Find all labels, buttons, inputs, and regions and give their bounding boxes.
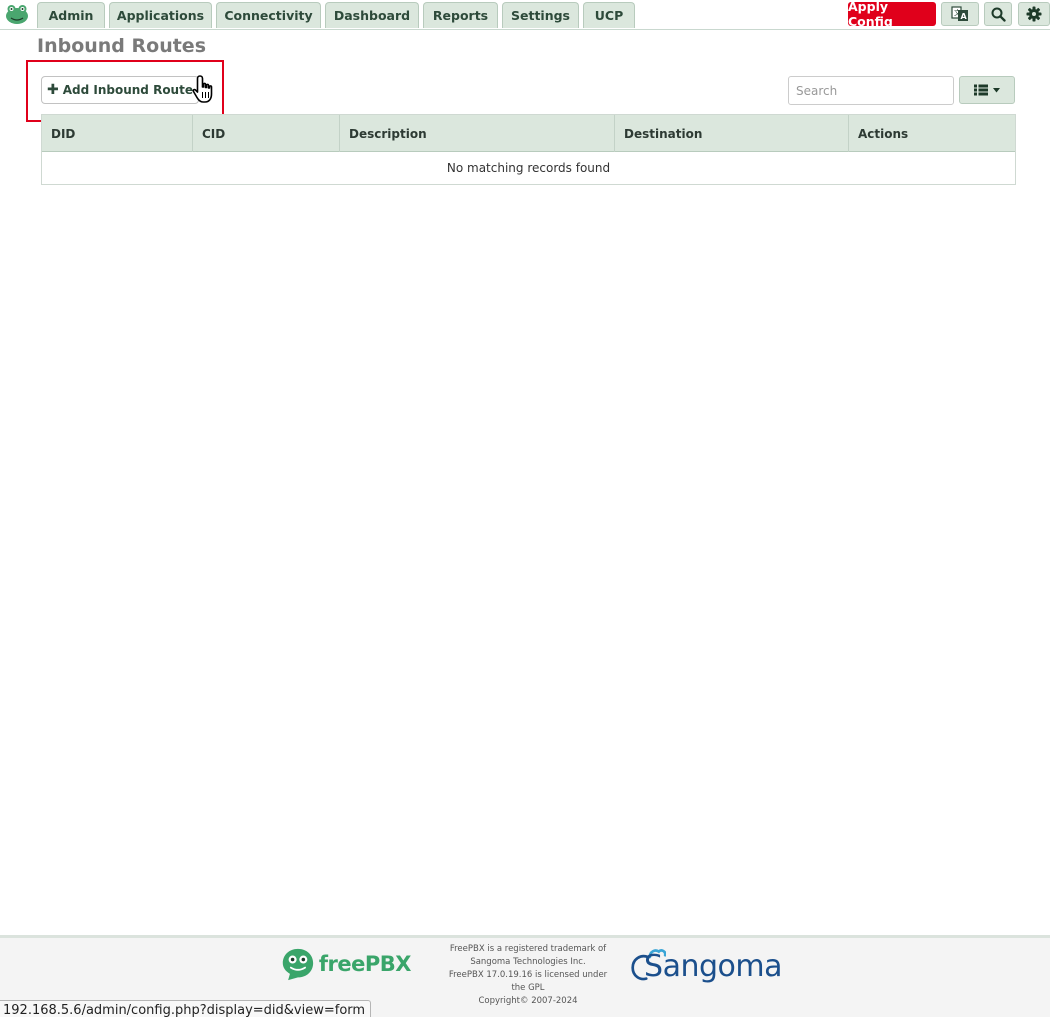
column-header-cid[interactable]: CID [193,115,340,152]
table-header: DID CID Description Destination Actions [42,115,1015,152]
status-bar-url: 192.168.5.6/admin/config.php?display=did… [0,1000,372,1017]
empty-table-message: No matching records found [446,161,611,175]
hand-pointer-cursor-icon [192,75,213,103]
footer-legal-line: FreePBX 17.0.19.16 is licensed under [448,970,608,980]
search-button[interactable] [984,2,1012,26]
language-button[interactable]: 文 A [941,2,979,26]
footer-legal-text: FreePBX is a registered trademark of San… [448,943,608,1008]
footer-legal-line: the GPL [511,983,545,993]
column-header-description[interactable]: Description [340,115,615,152]
apply-config-button[interactable]: Apply Config [848,0,936,29]
page-title: Inbound Routes [37,35,207,57]
footer-legal-line: Sangoma Technologies Inc. [470,957,586,967]
tab-admin[interactable]: Admin [37,2,105,28]
freepbx-wordmark: freePBX [318,952,412,976]
freepbx-logo[interactable]: freePBX [281,944,412,984]
inbound-routes-table: DID CID Description Destination Actions … [41,114,1016,185]
search-icon [991,7,1006,22]
plus-icon: ✚ [47,82,59,98]
freepbx-frog-logo-icon[interactable] [4,3,30,25]
settings-button[interactable] [1018,2,1050,26]
tab-dashboard[interactable]: Dashboard [325,2,419,28]
footer-legal-line: Copyright© 2007-2024 [478,996,578,1006]
gear-icon [1026,6,1042,22]
list-icon [974,84,988,96]
add-inbound-route-button[interactable]: ✚ Add Inbound Route [41,76,199,104]
footer-legal-line: FreePBX is a registered trademark of [449,944,607,954]
columns-toggle-button[interactable] [959,76,1015,104]
column-header-did[interactable]: DID [42,115,193,152]
tab-connectivity[interactable]: Connectivity [216,2,321,28]
tab-ucp[interactable]: UCP [583,2,635,28]
top-navbar: Admin Applications Connectivity Dashboar… [0,0,1050,30]
tab-applications[interactable]: Applications [109,2,212,28]
add-inbound-route-label: Add Inbound Route [62,83,193,97]
tab-reports[interactable]: Reports [423,2,498,28]
caret-down-icon [993,87,1000,92]
column-header-actions: Actions [858,126,909,141]
sangoma-wordmark: Sangoma [644,948,782,984]
column-header-destination[interactable]: Destination [615,115,849,152]
svg-text:A: A [961,12,968,21]
sangoma-logo[interactable]: Sangoma [630,944,782,988]
tab-settings[interactable]: Settings [502,2,579,28]
search-input[interactable] [788,76,954,105]
freepbx-frog-badge-icon [282,948,314,981]
translate-icon: 文 A [951,6,968,21]
